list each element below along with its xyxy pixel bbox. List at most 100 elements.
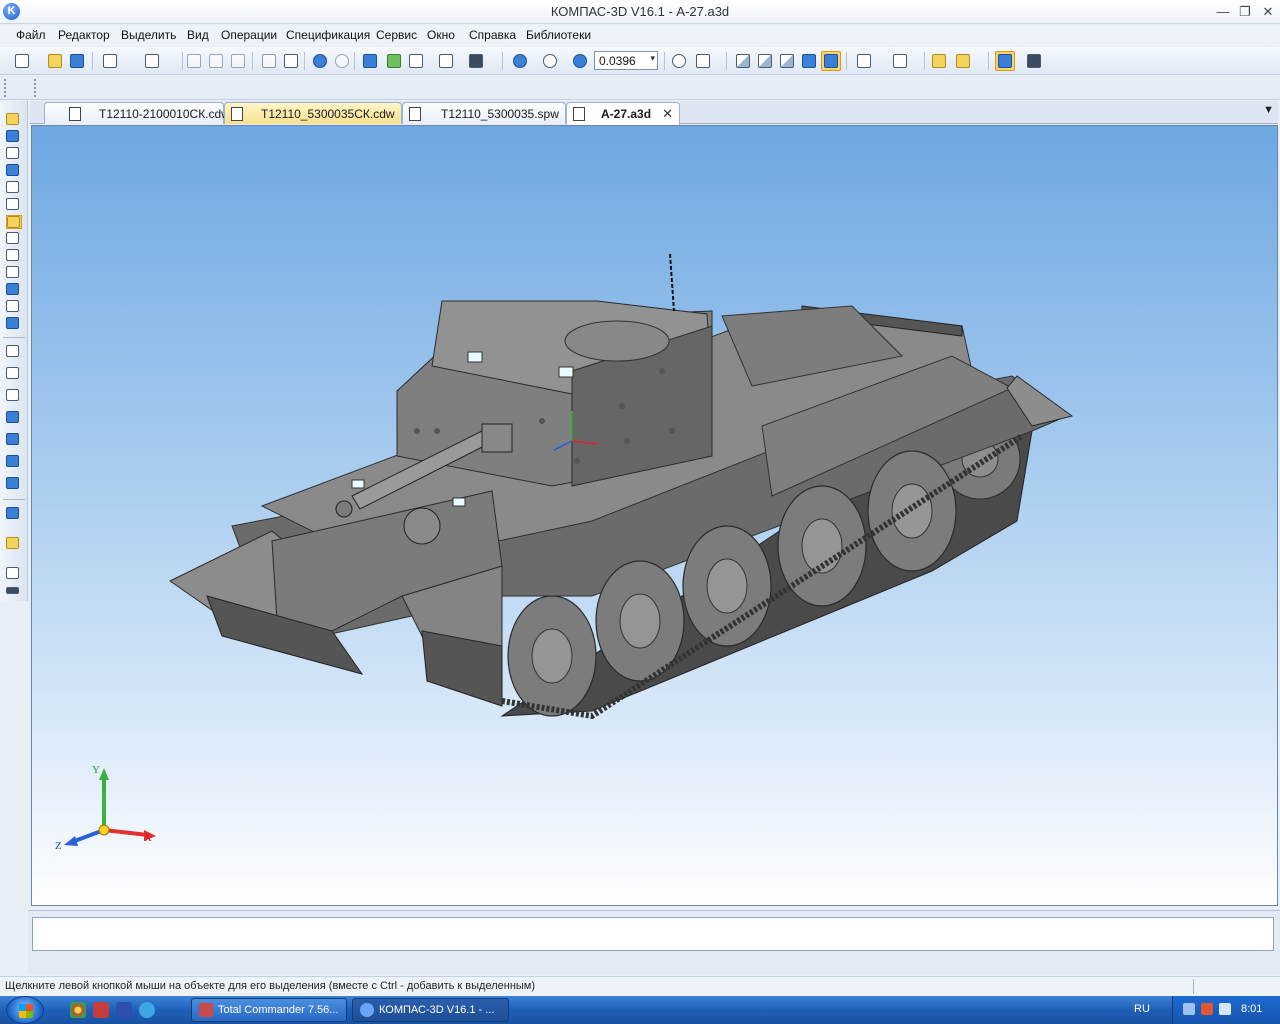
thin-hidden-lines-icon[interactable] (777, 51, 797, 71)
hidden-lines-icon[interactable] (755, 51, 775, 71)
open-icon[interactable] (45, 51, 65, 71)
curve-icon[interactable] (6, 147, 22, 161)
measure-icon[interactable] (6, 232, 22, 246)
zoom-window-icon[interactable] (510, 51, 530, 71)
zoom-scale-icon[interactable] (540, 51, 560, 71)
redo-icon[interactable] (332, 51, 352, 71)
taskbar-item-total-commander[interactable]: Total Commander 7.56... (191, 998, 347, 1022)
mid-plane-icon[interactable] (6, 411, 22, 425)
restore-button[interactable]: ❐ (1236, 3, 1254, 20)
view-settings-icon[interactable] (6, 567, 22, 581)
language-indicator[interactable]: RU (1134, 1003, 1150, 1015)
library-icon[interactable] (6, 507, 22, 521)
app-icon[interactable] (116, 1002, 132, 1018)
chevron-down-icon[interactable]: ▾ (650, 53, 655, 64)
close-button[interactable]: ✕ (1259, 3, 1277, 20)
wireframe-view-icon[interactable] (733, 51, 753, 71)
menu-select[interactable]: Выделить (121, 28, 176, 42)
print-icon[interactable] (100, 51, 120, 71)
aux-geometry-icon[interactable] (6, 198, 22, 212)
plane-through-edge-icon[interactable] (6, 477, 22, 491)
manager-icon[interactable] (360, 51, 380, 71)
save-floppy-icon[interactable] (93, 1002, 109, 1018)
insert-component-icon[interactable] (953, 51, 973, 71)
property-panel (28, 910, 1280, 974)
menu-operations[interactable]: Операции (221, 28, 277, 42)
tangent-plane-icon[interactable] (6, 433, 22, 447)
toolbar-grip[interactable] (34, 79, 42, 97)
tank-3d-model[interactable] (32, 126, 1278, 906)
taskbar-item-kompas[interactable]: КОМПАС-3D V16.1 - ... (352, 998, 509, 1022)
parameters-icon[interactable] (6, 537, 22, 551)
tab-specification[interactable]: Т12110_5300035.spw (402, 102, 566, 124)
menu-specification[interactable]: Спецификация (286, 28, 370, 42)
configuration-icon[interactable] (1024, 51, 1044, 71)
angle-plane-icon[interactable] (6, 455, 22, 469)
pick-filter-icon[interactable] (890, 51, 910, 71)
new-document-icon[interactable] (12, 51, 32, 71)
plane-icon[interactable] (6, 345, 22, 359)
help-pointer-icon[interactable] (466, 51, 486, 71)
rotate-icon[interactable] (669, 51, 689, 71)
clock[interactable]: 8:01 (1241, 1003, 1262, 1015)
annotation-icon[interactable] (6, 317, 22, 331)
specification-icon[interactable] (6, 266, 22, 280)
menu-libraries[interactable]: Библиотеки (526, 28, 591, 42)
component-icon[interactable] (929, 51, 949, 71)
network-icon[interactable] (1183, 1003, 1195, 1015)
dimensions-icon[interactable] (6, 300, 22, 314)
surface-icon[interactable] (6, 164, 22, 178)
volume-icon[interactable] (1219, 1003, 1231, 1015)
zoom-value-field[interactable]: 0.0396 ▾ (594, 51, 658, 70)
tab-drawing-2[interactable]: Т12110_5300035СК.cdw (224, 102, 402, 124)
status-hint: Щелкните левой кнопкой мыши на объекте д… (5, 980, 536, 992)
properties-icon[interactable] (281, 51, 301, 71)
minimize-button[interactable]: — (1214, 3, 1232, 20)
menu-service[interactable]: Сервис (376, 28, 417, 42)
dynamic-view-icon[interactable] (995, 51, 1015, 71)
start-button[interactable] (6, 996, 44, 1024)
menu-help[interactable]: Справка (469, 28, 516, 42)
toolbar-grip[interactable] (4, 79, 12, 97)
preview-icon[interactable] (142, 51, 162, 71)
function-fx-icon[interactable] (406, 51, 426, 71)
expand-panel-icon[interactable] (6, 587, 22, 597)
assembly-doc-icon (573, 107, 585, 121)
tab-drawing-1[interactable]: Т12110-2100010СК.cdw (44, 102, 230, 124)
save-icon[interactable] (67, 51, 87, 71)
undo-icon[interactable] (310, 51, 330, 71)
paste-icon[interactable] (228, 51, 248, 71)
sketch-tool-icon[interactable] (6, 113, 22, 127)
normal-plane-icon[interactable] (6, 367, 22, 381)
tab-close-icon[interactable]: ✕ (662, 106, 673, 122)
menu-view[interactable]: Вид (187, 28, 209, 42)
filter-select-icon[interactable] (854, 51, 874, 71)
report-icon[interactable] (6, 283, 22, 297)
menu-editor[interactable]: Редактор (58, 28, 110, 42)
filter-icon[interactable] (6, 249, 22, 263)
zoom-in-icon[interactable] (570, 51, 590, 71)
variables-icon[interactable] (384, 51, 404, 71)
app-tray-icon[interactable] (1201, 1003, 1213, 1015)
halftone-with-edges-icon[interactable] (821, 51, 841, 71)
property-input-field[interactable] (32, 917, 1274, 951)
orientation-icon[interactable] (693, 51, 713, 71)
array-icon[interactable] (6, 181, 22, 195)
menu-file[interactable]: Файл (16, 28, 46, 42)
format-brush-icon[interactable] (259, 51, 279, 71)
tab-label: А-27.a3d (601, 107, 652, 121)
model-viewport[interactable]: Y X Z (31, 125, 1278, 906)
copy-icon[interactable] (206, 51, 226, 71)
tab-list-icon[interactable]: ▼ (1263, 104, 1274, 116)
tab-assembly[interactable]: А-27.a3d ✕ (566, 102, 680, 125)
zoom-value: 0.0396 (599, 54, 636, 68)
halftone-icon[interactable] (799, 51, 819, 71)
solid-ops-icon[interactable] (6, 130, 22, 144)
edit-assembly-icon[interactable] (6, 215, 22, 229)
menu-window[interactable]: Окно (427, 28, 455, 42)
offset-plane-icon[interactable] (6, 389, 22, 403)
library-manager-icon[interactable] (436, 51, 456, 71)
cut-icon[interactable] (184, 51, 204, 71)
internet-explorer-icon[interactable] (139, 1002, 155, 1018)
chrome-icon[interactable] (70, 1002, 86, 1018)
